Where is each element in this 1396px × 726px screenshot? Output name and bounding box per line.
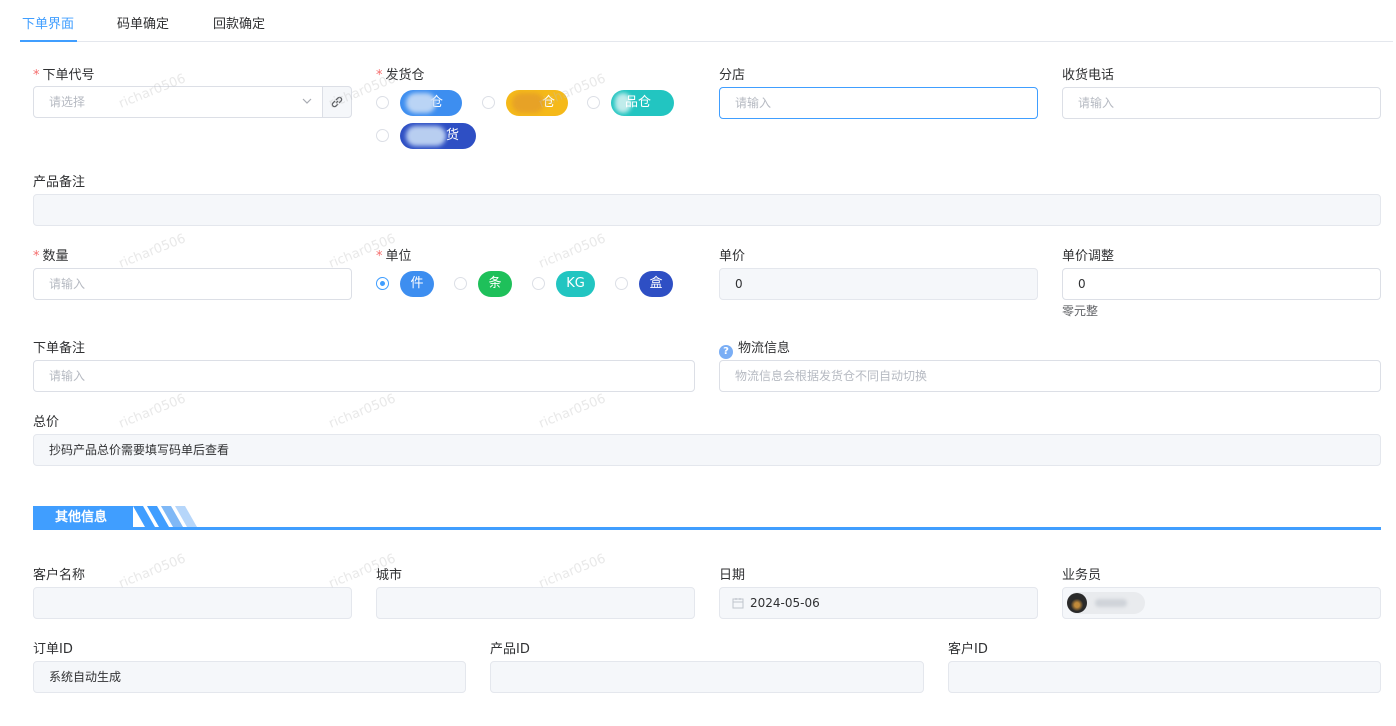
watermark: richar0506	[536, 391, 608, 432]
unit-radio-box[interactable]	[615, 277, 628, 290]
tab-code-confirm[interactable]: 码单确定	[117, 13, 169, 32]
order-code-label: * 下单代号	[33, 68, 95, 83]
phone-placeholder: 请输入	[1078, 96, 1115, 110]
warehouse-label: * 发货仓	[376, 68, 425, 83]
redacted-mask	[406, 93, 436, 113]
order-note-placeholder: 请输入	[49, 369, 86, 383]
unit-label: * 单位	[376, 249, 412, 264]
unit-option-piece[interactable]: 件	[400, 271, 434, 297]
redacted-mask	[1095, 599, 1127, 607]
active-tab-indicator	[20, 40, 77, 42]
unit-radio-piece[interactable]	[376, 277, 389, 290]
customer-id-label: 客户ID	[948, 642, 988, 657]
phone-input[interactable]: 请输入	[1062, 87, 1381, 119]
order-note-label: 下单备注	[33, 341, 86, 356]
product-note-label: 产品备注	[33, 175, 86, 190]
date-value: 2024-05-06	[750, 596, 820, 610]
redacted-mask	[512, 93, 544, 113]
order-id-field: 系统自动生成	[33, 661, 466, 693]
phone-label: 收货电话	[1062, 68, 1115, 83]
quantity-label: * 数量	[33, 249, 69, 264]
watermark: richar0506	[536, 551, 608, 592]
watermark: richar0506	[116, 231, 188, 272]
unit-option-kg[interactable]: KG	[556, 271, 595, 297]
warehouse-option-2[interactable]: 仓	[506, 90, 568, 116]
branch-label: 分店	[719, 68, 746, 83]
warehouse-radio-3[interactable]	[587, 96, 600, 109]
warehouse-option-3[interactable]: 品仓	[611, 90, 674, 116]
date-label: 日期	[719, 568, 746, 583]
unit-option-box[interactable]: 盒	[639, 271, 673, 297]
link-icon	[331, 96, 343, 108]
product-id-field	[490, 661, 924, 693]
watermark: richar0506	[116, 391, 188, 432]
avatar	[1067, 593, 1087, 613]
order-note-input[interactable]: 请输入	[33, 360, 695, 392]
warehouse-radio-2[interactable]	[482, 96, 495, 109]
warehouse-option-1[interactable]: 仓	[400, 90, 462, 116]
question-icon[interactable]: ?	[719, 345, 733, 359]
price-adjust-hint: 零元整	[1062, 304, 1099, 318]
customer-name-label: 客户名称	[33, 568, 86, 583]
salesperson-label: 业务员	[1062, 568, 1102, 583]
tab-payment-confirm[interactable]: 回款确定	[213, 13, 265, 32]
other-info-section-header: 其他信息	[33, 506, 1381, 530]
watermark: richar0506	[326, 391, 398, 432]
warehouse-option-4[interactable]: 货	[400, 123, 476, 149]
price-adjust-input[interactable]: 0	[1062, 268, 1381, 300]
unit-radio-kg[interactable]	[532, 277, 545, 290]
tab-bar: 下单界面 码单确定 回款确定	[20, 0, 1393, 42]
stripe-decoration-icon	[133, 506, 197, 527]
calendar-icon	[732, 598, 744, 609]
warehouse-radio-4[interactable]	[376, 129, 389, 142]
unit-price-field: 0	[719, 268, 1038, 300]
branch-input[interactable]: 请输入	[719, 87, 1038, 119]
watermark: richar0506	[116, 551, 188, 592]
date-field: 2024-05-06	[719, 587, 1038, 619]
product-note-field	[33, 194, 1381, 226]
city-field	[376, 587, 695, 619]
salesperson-field	[1062, 587, 1381, 619]
unit-radio-strip[interactable]	[454, 277, 467, 290]
branch-placeholder: 请输入	[735, 96, 772, 110]
order-code-select[interactable]: 请选择	[33, 86, 323, 118]
order-id-label: 订单ID	[33, 642, 73, 657]
logistics-input[interactable]: 物流信息会根据发货仓不同自动切换	[719, 360, 1381, 392]
logistics-label: ? 物流信息	[719, 337, 790, 359]
unit-price-label: 单价	[719, 249, 746, 264]
product-id-label: 产品ID	[490, 642, 530, 657]
customer-name-field	[33, 587, 352, 619]
watermark: richar0506	[536, 231, 608, 272]
salesperson-tag	[1067, 592, 1145, 614]
total-label: 总价	[33, 415, 60, 430]
total-field: 抄码产品总价需要填写码单后查看	[33, 434, 1381, 466]
quantity-input[interactable]: 请输入	[33, 268, 352, 300]
tab-order[interactable]: 下单界面	[22, 13, 74, 32]
chevron-down-icon	[302, 98, 312, 104]
link-button[interactable]	[322, 86, 352, 118]
customer-id-field	[948, 661, 1381, 693]
quantity-placeholder: 请输入	[49, 277, 86, 291]
warehouse-radio-1[interactable]	[376, 96, 389, 109]
redacted-mask	[406, 126, 446, 146]
price-adjust-label: 单价调整	[1062, 249, 1115, 264]
city-label: 城市	[376, 568, 403, 583]
section-title: 其他信息	[33, 506, 133, 530]
section-divider	[33, 527, 1381, 530]
logistics-placeholder: 物流信息会根据发货仓不同自动切换	[735, 369, 928, 383]
order-code-placeholder: 请选择	[49, 95, 86, 109]
unit-option-strip[interactable]: 条	[478, 271, 512, 297]
